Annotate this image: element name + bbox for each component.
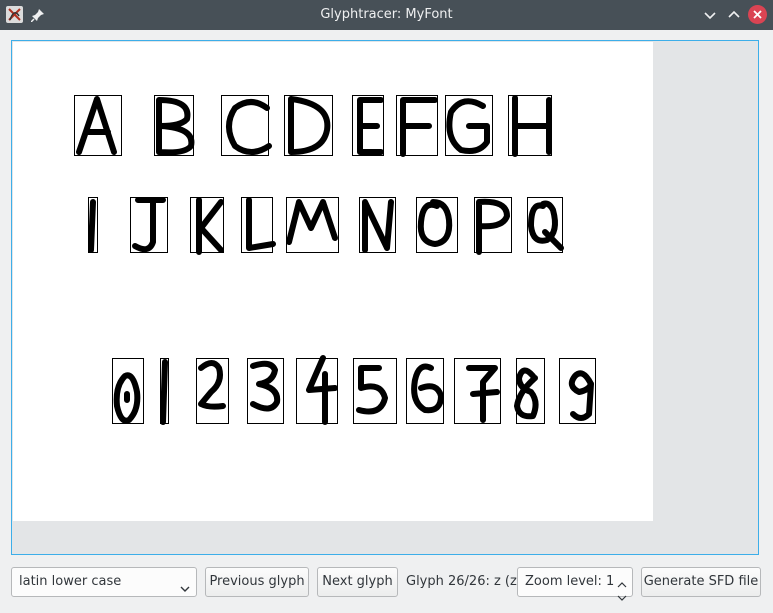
spin-up-icon[interactable] [617, 572, 627, 588]
next-glyph-button[interactable]: Next glyph [317, 567, 398, 597]
window-title: Glyphtracer: MyFont [320, 7, 453, 22]
charset-value: latin lower case [19, 574, 122, 589]
zoom-value: Zoom level: 1 [525, 574, 615, 589]
maximize-icon[interactable] [725, 6, 743, 24]
zoom-spinbox[interactable]: Zoom level: 1 [517, 567, 633, 601]
charset-combo[interactable]: latin lower case [11, 567, 197, 597]
generate-sfd-button[interactable]: Generate SFD file [641, 567, 761, 597]
spin-down-icon[interactable] [617, 585, 627, 601]
minimize-icon[interactable] [701, 6, 719, 24]
title-bar: Glyphtracer: MyFont [0, 0, 773, 30]
previous-glyph-button[interactable]: Previous glyph [205, 567, 309, 597]
glyph-view[interactable] [11, 40, 759, 555]
glyph-drawing [74, 95, 596, 425]
glyph-image-canvas[interactable] [13, 42, 653, 521]
glyph-status: Glyph 26/26: z (z) [406, 574, 522, 589]
close-icon[interactable] [748, 5, 767, 24]
chevron-down-icon [180, 577, 190, 592]
